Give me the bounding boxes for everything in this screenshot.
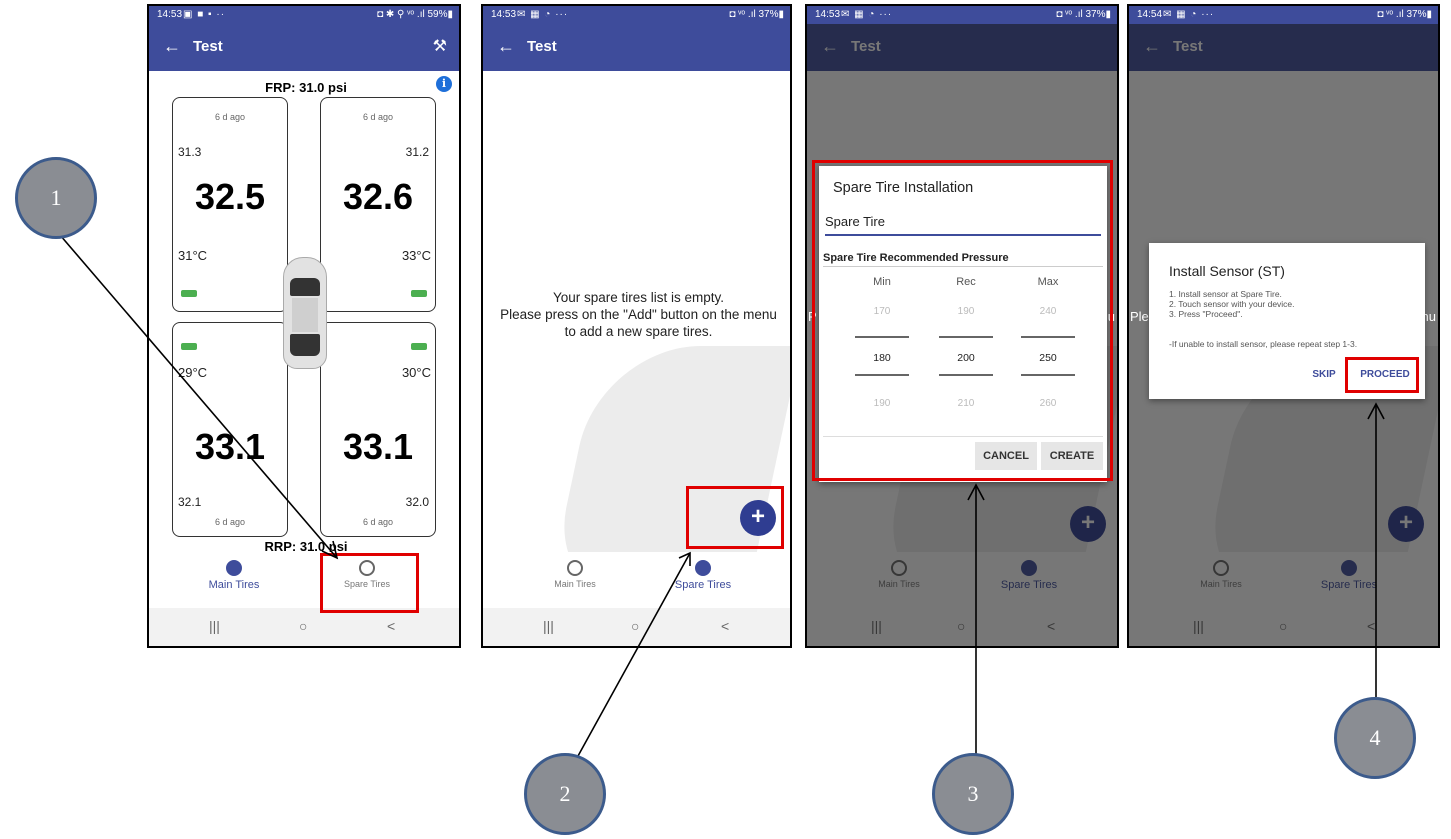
arrow-2	[577, 552, 691, 757]
callout-step-2: 2	[524, 753, 606, 835]
arrow-1	[59, 234, 338, 559]
callout-step-1: 1	[15, 157, 97, 239]
callout-step-4: 4	[1334, 697, 1416, 779]
callout-step-3: 3	[932, 753, 1014, 835]
annotation-arrows	[59, 234, 1385, 757]
